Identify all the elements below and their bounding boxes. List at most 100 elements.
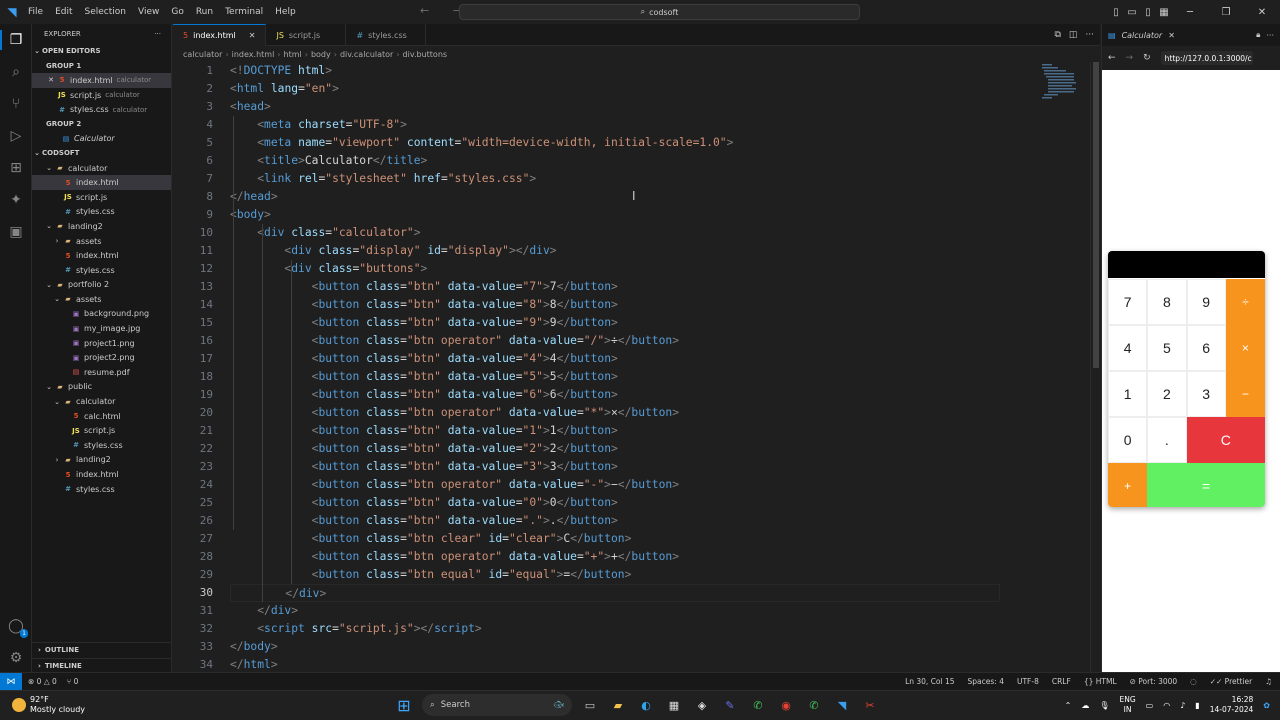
vscode-taskbar-icon[interactable]: ◥ [832,695,852,715]
code-line[interactable]: <button class="btn" data-value="0">0</bu… [230,494,618,512]
weather-widget[interactable]: 92°F Mostly cloudy [12,695,85,715]
layout-panel-icon[interactable]: ▭ [1124,7,1140,18]
code-line[interactable]: <button class="btn operator" data-value=… [230,404,679,422]
tray-chevron-icon[interactable]: ⌃ [1065,701,1072,710]
minimap[interactable] [1040,62,1084,102]
file-item[interactable]: # styles.css [32,482,171,497]
close-icon[interactable]: ✕ [46,76,56,84]
breadcrumb-item[interactable]: html [284,50,302,59]
calc-button-2[interactable]: 2 [1147,371,1187,417]
code-line[interactable]: <button class="btn" data-value="1">1</bu… [230,422,618,440]
code-line[interactable]: <meta name="viewport" content="width=dev… [230,134,733,152]
calc-clear-button[interactable]: C [1186,417,1265,463]
volume-icon[interactable]: ♪ [1180,701,1185,710]
code-line[interactable]: <button class="btn" data-value="8">8</bu… [230,296,618,314]
code-line[interactable]: </div> [230,602,298,620]
wifi-icon[interactable]: ◠ [1163,701,1170,710]
code-line[interactable]: <button class="btn operator" data-value=… [230,476,679,494]
live-server-status[interactable]: ⊘ Port: 3000 [1130,677,1178,686]
task-view-icon[interactable]: ▭ [580,695,600,715]
explorer-icon[interactable]: ❐ [0,30,26,50]
file-item[interactable]: JS script.js [32,423,171,438]
file-item[interactable]: # styles.css [32,263,171,278]
chrome-icon[interactable]: ◉ [776,695,796,715]
edge-icon[interactable]: ◐ [636,695,656,715]
code-line[interactable]: <button class="btn" data-value=".">.</bu… [230,512,618,530]
chat-icon[interactable]: ✆ [804,695,824,715]
breadcrumb-item[interactable]: div.buttons [403,50,448,59]
calc-operator-button[interactable]: × [1225,325,1265,371]
code-line[interactable]: <button class="btn" data-value="7">7</bu… [230,278,618,296]
close-tab-icon[interactable]: ✕ [1168,31,1175,40]
whatsapp-icon[interactable]: ✆ [748,695,768,715]
calc-operator-button[interactable]: + [1108,463,1148,507]
open-editor-item[interactable]: JS script.js calculator [32,88,171,103]
battery-icon[interactable]: ▮ [1195,701,1199,710]
ports-status[interactable]: ⑂ 0 [67,677,79,686]
calc-button-4[interactable]: 4 [1108,325,1148,371]
taskbar-search[interactable]: ⌕ Search 🐟︎ [422,694,572,716]
clock[interactable]: 16:28 14-07-2024 [1210,695,1254,715]
folder-item[interactable]: › ▰ assets [32,234,171,249]
file-item[interactable]: ▣ background.png [32,307,171,322]
browser-tab-title[interactable]: Calculator [1122,31,1163,40]
breadcrumb-item[interactable]: div.calculator [340,50,393,59]
folder-item[interactable]: ⌄ ▰ calculator [32,394,171,409]
url-input[interactable]: http://127.0.0.1:3000/c [1160,51,1253,65]
folder-item[interactable]: › ▰ landing2 [32,453,171,468]
language-mode[interactable]: {} HTML [1084,677,1117,686]
settings-gear-icon[interactable]: ⚙ [6,648,26,668]
file-item[interactable]: 5 index.html [32,467,171,482]
more-actions-icon[interactable]: ··· [1266,31,1274,40]
code-line[interactable]: </head> [230,188,278,206]
search-icon[interactable]: ⌕ [6,62,26,82]
code-line[interactable]: </div> [230,584,1000,602]
close-icon[interactable]: ✕ [249,31,256,40]
file-item[interactable]: # styles.css [32,205,171,220]
prettier-status[interactable]: ✓✓ Prettier [1210,677,1253,686]
layout-sidebar-icon[interactable]: ▯ [1108,7,1124,18]
code-line[interactable]: <button class="btn" data-value="6">6</bu… [230,386,618,404]
folder-item[interactable]: ⌄ ▰ portfolio 2 [32,278,171,293]
outline-section[interactable]: › OUTLINE [32,642,172,656]
remote-indicator-icon[interactable]: ⋈ [0,673,22,690]
code-line[interactable]: <div class="display" id="display"></div> [230,242,556,260]
code-line[interactable]: <html lang="en"> [230,80,339,98]
cursor-position[interactable]: Ln 30, Col 15 [905,677,954,686]
more-actions-icon[interactable]: ··· [154,30,161,38]
forward-arrow-icon[interactable]: → [1126,53,1134,63]
code-line[interactable]: <button class="btn operator" data-value=… [230,548,679,566]
file-item[interactable]: ▣ project1.png [32,336,171,351]
folder-item[interactable]: ⌄ ▰ public [32,380,171,395]
scrollbar-thumb[interactable] [1093,62,1099,368]
code-line[interactable]: <button class="btn operator" data-value=… [230,332,679,350]
display-icon[interactable]: ▭ [1146,701,1154,710]
code-editor[interactable]: 1 2 3 4 5 6 7 8 9 10 11 12 13 14 15 16 17 18 19 20 21 22 23 24 2… [173,62,1100,672]
file-item[interactable]: 5 index.html [32,175,171,190]
open-editor-preview-calculator[interactable]: ▤ Calculator [32,132,171,147]
folder-item[interactable]: ⌄ ▰ landing2 [32,219,171,234]
line-ending[interactable]: CRLF [1052,677,1071,686]
menu-item-terminal[interactable]: Terminal [219,0,269,24]
breadcrumb-item[interactable]: body [311,50,331,59]
folder-item[interactable]: ⌄ ▰ assets [32,292,171,307]
file-item[interactable]: ▣ my_image.jpg [32,321,171,336]
calc-operator-button[interactable]: − [1225,371,1265,417]
breadcrumb-item[interactable]: index.html [232,50,275,59]
close-window-button[interactable]: ✕ [1244,7,1280,18]
calc-button-6[interactable]: 6 [1186,325,1226,371]
file-item[interactable]: ▣ project2.png [32,350,171,365]
remote-explorer-icon[interactable]: ▣ [6,222,26,242]
indentation[interactable]: Spaces: 4 [968,677,1004,686]
command-center-search[interactable]: ⌕ codsoft [459,4,860,20]
code-line[interactable]: <button class="btn" data-value="4">4</bu… [230,350,618,368]
menu-item-file[interactable]: File [22,0,49,24]
menu-item-go[interactable]: Go [165,0,189,24]
restore-button[interactable]: ❐ [1208,7,1244,18]
sync-icon[interactable]: ◌ [1190,677,1197,686]
code-line[interactable]: <link rel="stylesheet" href="styles.css"… [230,170,536,188]
code-line[interactable]: <div class="calculator"> [230,224,420,242]
menu-item-view[interactable]: View [132,0,165,24]
timeline-section[interactable]: › TIMELINE [32,658,172,672]
python-icon[interactable]: ✦ [6,190,26,210]
